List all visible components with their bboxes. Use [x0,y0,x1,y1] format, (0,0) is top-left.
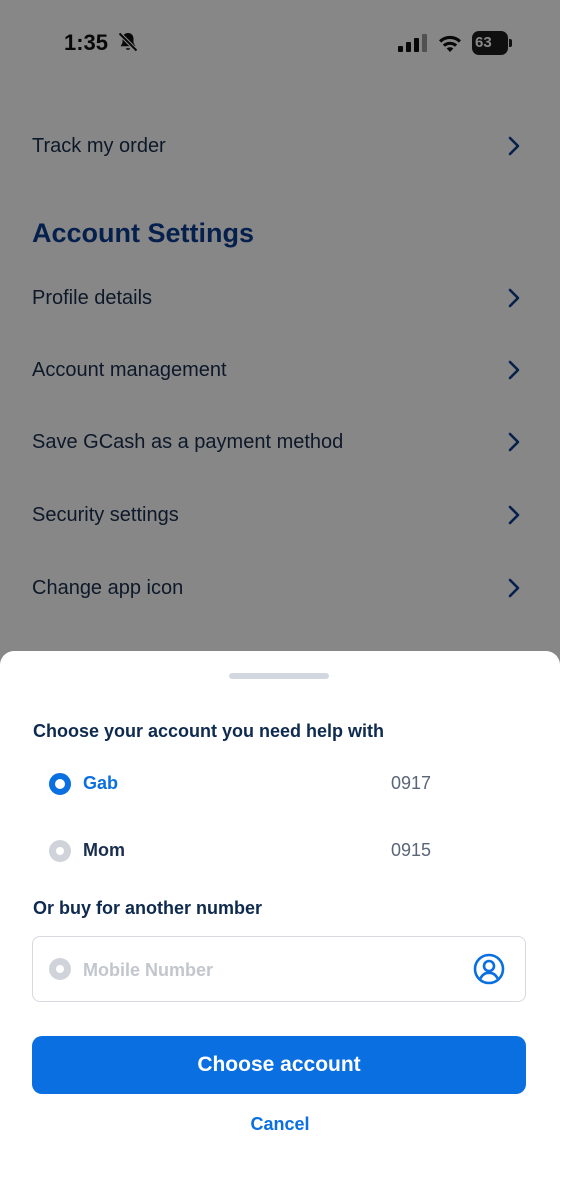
contact-icon[interactable] [473,953,505,985]
radio-unselected[interactable] [49,840,71,862]
screen-edge-strip [560,0,572,1178]
mobile-number-field[interactable] [32,936,526,1002]
radio-unselected[interactable] [49,958,71,980]
choose-account-button[interactable]: Choose account [32,1036,526,1094]
mobile-number-input[interactable] [81,954,445,986]
account-option-mom[interactable]: Mom 0915 [33,834,493,868]
account-name: Gab [83,773,119,793]
account-number: 0915 [391,840,432,860]
account-number: 0917 [391,773,432,793]
sheet-drag-handle[interactable] [229,673,329,679]
app-screen: 1:35 63 Track my order Account Settings … [0,0,560,1178]
account-chooser-sheet: Choose your account you need help with G… [0,651,560,1178]
choose-account-label: Choose account [197,1053,361,1076]
radio-selected[interactable] [49,773,71,795]
sheet-heading: Choose your account you need help with [33,721,385,741]
account-name: Mom [83,840,125,860]
other-number-heading: Or buy for another number [33,898,263,918]
cancel-button[interactable]: Cancel [0,1114,560,1135]
account-option-gab[interactable]: Gab 0917 [33,767,493,801]
